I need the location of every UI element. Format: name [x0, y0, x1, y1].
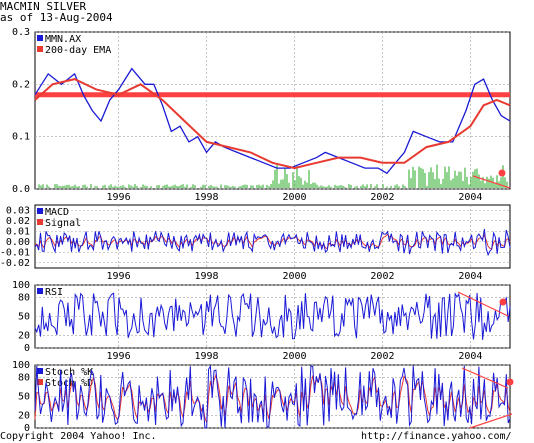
macd-x-tick-label: 2004 [458, 271, 482, 282]
rsi-legend-swatch [37, 288, 43, 294]
stochastic-y-tick-label: 100 [12, 360, 30, 371]
macd-legend-swatch [37, 219, 43, 225]
stochastic-y-tick-label: 80 [18, 373, 30, 384]
stochastic-legend-label: Stoch %K [45, 367, 93, 378]
rsi-y-tick-label: 100 [12, 280, 30, 291]
stochastic-y-tick-label: 50 [18, 392, 30, 403]
rsi-y-tick-label: 20 [18, 330, 30, 341]
macd-y-tick-label: 0.03 [6, 205, 30, 216]
rsi-legend-label: RSI [45, 287, 63, 298]
rsi-x-tick-label: 2004 [458, 351, 482, 362]
macd-frame [34, 204, 511, 269]
copyright-text: Copyright 2004 Yahoo! Inc. [0, 431, 157, 442]
price-x-tick-label: 2002 [370, 192, 394, 203]
macd-x-tick-label: 1996 [107, 271, 131, 282]
price-x-tick-label: 2004 [458, 192, 482, 203]
price-legend-label: 200-day EMA [45, 45, 111, 56]
rsi-x-tick-label: 1998 [194, 351, 218, 362]
rsi-x-tick-label: 1996 [107, 351, 131, 362]
macd-y-tick-label: -0.01 [0, 247, 30, 258]
panel-macd: 1996 1998 2000 2002 20040.030.020.010.00-0.0… [0, 204, 511, 282]
macd-y-tick-label: 0.01 [6, 226, 30, 237]
macd-legend-swatch [37, 208, 43, 214]
macd-x-tick-label: 1998 [194, 271, 218, 282]
macd-legend-label: MACD [45, 207, 69, 218]
rsi-x-tick-label: 2002 [370, 351, 394, 362]
rsi-y-tick-label: 80 [18, 293, 30, 304]
price-legend-swatch [37, 46, 43, 52]
stochastic-y-tick-label: 20 [18, 410, 30, 421]
stoch-annotation-dot [506, 378, 514, 386]
macd-y-tick-label: -0.02 [0, 258, 30, 269]
price-x-tick-label: 1996 [107, 192, 131, 203]
rsi-annotation-dot [499, 298, 507, 306]
price-y-tick-label: 0.0 [12, 184, 30, 195]
macd-y-tick-label: 0.00 [6, 237, 30, 248]
panel-rsi: 1996 1998 2000 2002 2004 100 80 50 20 0 RSI [12, 280, 511, 362]
macd-legend-label: Signal [45, 218, 81, 229]
price-legend-swatch [37, 35, 43, 41]
rsi-x-tick-label: 2000 [282, 351, 306, 362]
macd-y-tick-label: 0.02 [6, 216, 30, 227]
price-x-tick-label: 1998 [194, 192, 218, 203]
rsi-y-tick-label: 50 [18, 312, 30, 323]
macd-x-tick-label: 2002 [370, 271, 394, 282]
price-annotation-dot [498, 169, 506, 177]
price-y-tick-label: 0.3 [12, 27, 30, 38]
macd-x-tick-label: 2000 [282, 271, 306, 282]
panel-stochastic: 1008050200Stoch %KStoch %D [12, 360, 514, 434]
price-y-tick-label: 0.1 [12, 132, 30, 143]
source-url[interactable]: http://finance.yahoo.com/ [361, 431, 512, 442]
rsi-y-tick-label: 0 [24, 343, 30, 354]
stochastic-legend-swatch [37, 368, 43, 374]
price-x-tick-label: 2000 [282, 192, 306, 203]
panel-price: 1996 1998 2000 2002 2004 0.3 0.2 0.1 0.0 MMN.AX20… [12, 27, 511, 203]
technical-chart: 1996 1998 2000 2002 20040.30.20.10.0MMN.AX20… [0, 27, 514, 434]
stock-chart-page: MACMIN SILVER as of 13-Aug-2004 1996 1998… [0, 0, 534, 443]
price-y-tick-label: 0.2 [12, 79, 30, 90]
price-legend-label: MMN.AX [45, 34, 81, 45]
